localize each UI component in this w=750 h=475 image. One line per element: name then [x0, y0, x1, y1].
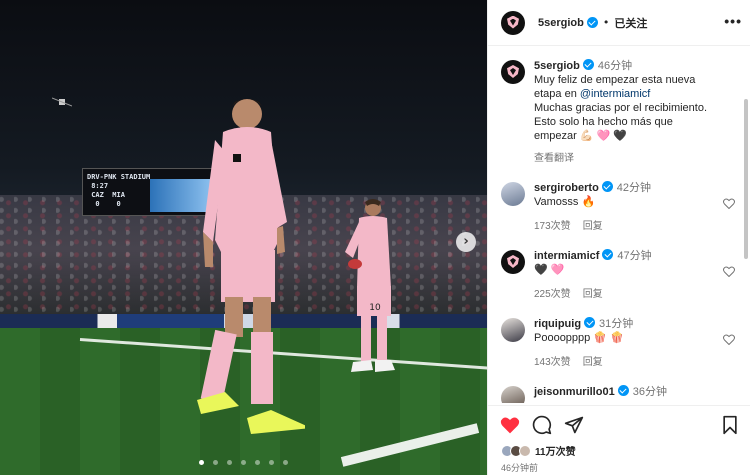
caption-username[interactable]: 5sergiob: [534, 60, 580, 72]
commenter-username[interactable]: sergiroberto: [534, 182, 599, 194]
reply-button[interactable]: 回复: [583, 221, 603, 232]
caption-text-part: Muchas gracias por el recibimiento. Esto…: [534, 102, 708, 142]
caption-avatar[interactable]: [501, 60, 525, 84]
author-username[interactable]: 5sergiob: [538, 17, 584, 29]
chevron-right-icon: ›: [463, 234, 469, 249]
carousel-indicator: [0, 450, 487, 469]
post-viewer: DRV-PNK STADIUM 8:27 CAZ MIA 0 0 10 › 5s…: [0, 0, 750, 475]
player-background: 10: [345, 199, 395, 372]
scoreboard-text: DRV-PNK STADIUM 8:27 CAZ MIA 0 0: [87, 173, 151, 208]
comment-icon[interactable]: [532, 415, 552, 435]
paper-plane-icon[interactable]: [564, 415, 584, 435]
carousel-dot: [212, 460, 218, 465]
comment-likes[interactable]: 225次赞: [534, 289, 571, 300]
commenter-avatar[interactable]: [501, 182, 525, 206]
comment-text: Poooopppp 🍿 🍿: [534, 332, 624, 344]
heart-outline-icon[interactable]: [723, 198, 735, 209]
commenter-username[interactable]: intermiamicf: [534, 250, 599, 262]
carousel-dot: [241, 460, 246, 465]
author-avatar[interactable]: [501, 10, 525, 35]
post-header: 5sergiob • 已关注 •••: [488, 0, 750, 46]
caption-text: Muy feliz de empezar esta nueva etapa en…: [534, 73, 730, 143]
comments-scroll-area[interactable]: 5sergiob 46分钟 Muy feliz de empezar esta n…: [488, 47, 750, 403]
reply-button[interactable]: 回复: [583, 289, 603, 300]
carousel-dot: [226, 460, 232, 465]
comment-time: 31分钟: [599, 318, 634, 330]
separator-dot: •: [602, 16, 610, 29]
commenter-avatar[interactable]: [501, 318, 525, 342]
post-side-panel: 5sergiob • 已关注 ••• 5sergiob 46分钟 Muy feli…: [487, 0, 750, 475]
comment-text: Vamosss 🔥: [534, 196, 596, 208]
post-photo[interactable]: DRV-PNK STADIUM 8:27 CAZ MIA 0 0 10 ›: [0, 0, 487, 475]
comment-item: sergiroberto 42分钟 Vamosss 🔥 173次赞 回复: [501, 181, 730, 232]
likes-count[interactable]: 11万次赞: [535, 443, 576, 458]
post-timestamp: 46分钟前: [501, 463, 539, 473]
verified-badge-icon: [582, 59, 594, 70]
bookmark-icon[interactable]: [720, 415, 740, 435]
comment-time: 47分钟: [617, 250, 652, 262]
comment-text: 🖤 🩷: [534, 264, 565, 276]
more-options-icon[interactable]: •••: [724, 13, 742, 29]
spidercam-icon: [52, 97, 72, 107]
verified-badge-icon: [586, 17, 598, 28]
comment-time: 36分钟: [632, 386, 667, 398]
comment-item: riquipuig 31分钟 Poooopppp 🍿 🍿 143次赞 回复: [501, 317, 730, 368]
svg-text:10: 10: [369, 303, 381, 313]
verified-badge-icon: [602, 249, 614, 260]
heart-outline-icon[interactable]: [723, 266, 735, 277]
follow-status-button[interactable]: 已关注: [614, 15, 647, 31]
verified-badge-icon: [584, 317, 596, 328]
carousel-dot: [255, 460, 261, 465]
likes-summary[interactable]: 11万次赞: [501, 443, 576, 458]
comment-item: jeisonmurillo01 36分钟: [501, 385, 730, 403]
commenter-username[interactable]: riquipuig: [534, 318, 581, 330]
commenter-username[interactable]: jeisonmurillo01: [534, 386, 615, 398]
heart-filled-icon[interactable]: [500, 415, 520, 435]
carousel-dot: [198, 460, 204, 465]
commenter-avatar[interactable]: [501, 386, 525, 403]
verified-badge-icon: [617, 385, 629, 396]
caption: 5sergiob 46分钟 Muy feliz de empezar esta n…: [501, 59, 730, 164]
liker-avatar: [519, 444, 531, 457]
post-actions: 11万次赞 46分钟前: [488, 405, 750, 475]
heart-outline-icon[interactable]: [723, 334, 735, 345]
carousel-dot: [283, 460, 289, 465]
next-photo-button[interactable]: ›: [456, 232, 476, 252]
verified-badge-icon: [601, 181, 613, 192]
reply-button[interactable]: 回复: [583, 357, 603, 368]
comment-item: intermiamicf 47分钟 🖤 🩷 225次赞 回复: [501, 249, 730, 300]
carousel-dot: [269, 460, 275, 465]
caption-time: 46分钟: [597, 60, 633, 72]
player-foreground: [197, 99, 305, 434]
mention-link[interactable]: @intermiamicf: [580, 88, 650, 100]
comment-likes[interactable]: 173次赞: [534, 221, 571, 232]
see-translation-link[interactable]: 查看翻译: [534, 149, 730, 164]
commenter-avatar[interactable]: [501, 250, 525, 274]
comment-likes[interactable]: 143次赞: [534, 357, 571, 368]
comment-time: 42分钟: [616, 182, 652, 194]
scrollbar[interactable]: [744, 99, 748, 259]
